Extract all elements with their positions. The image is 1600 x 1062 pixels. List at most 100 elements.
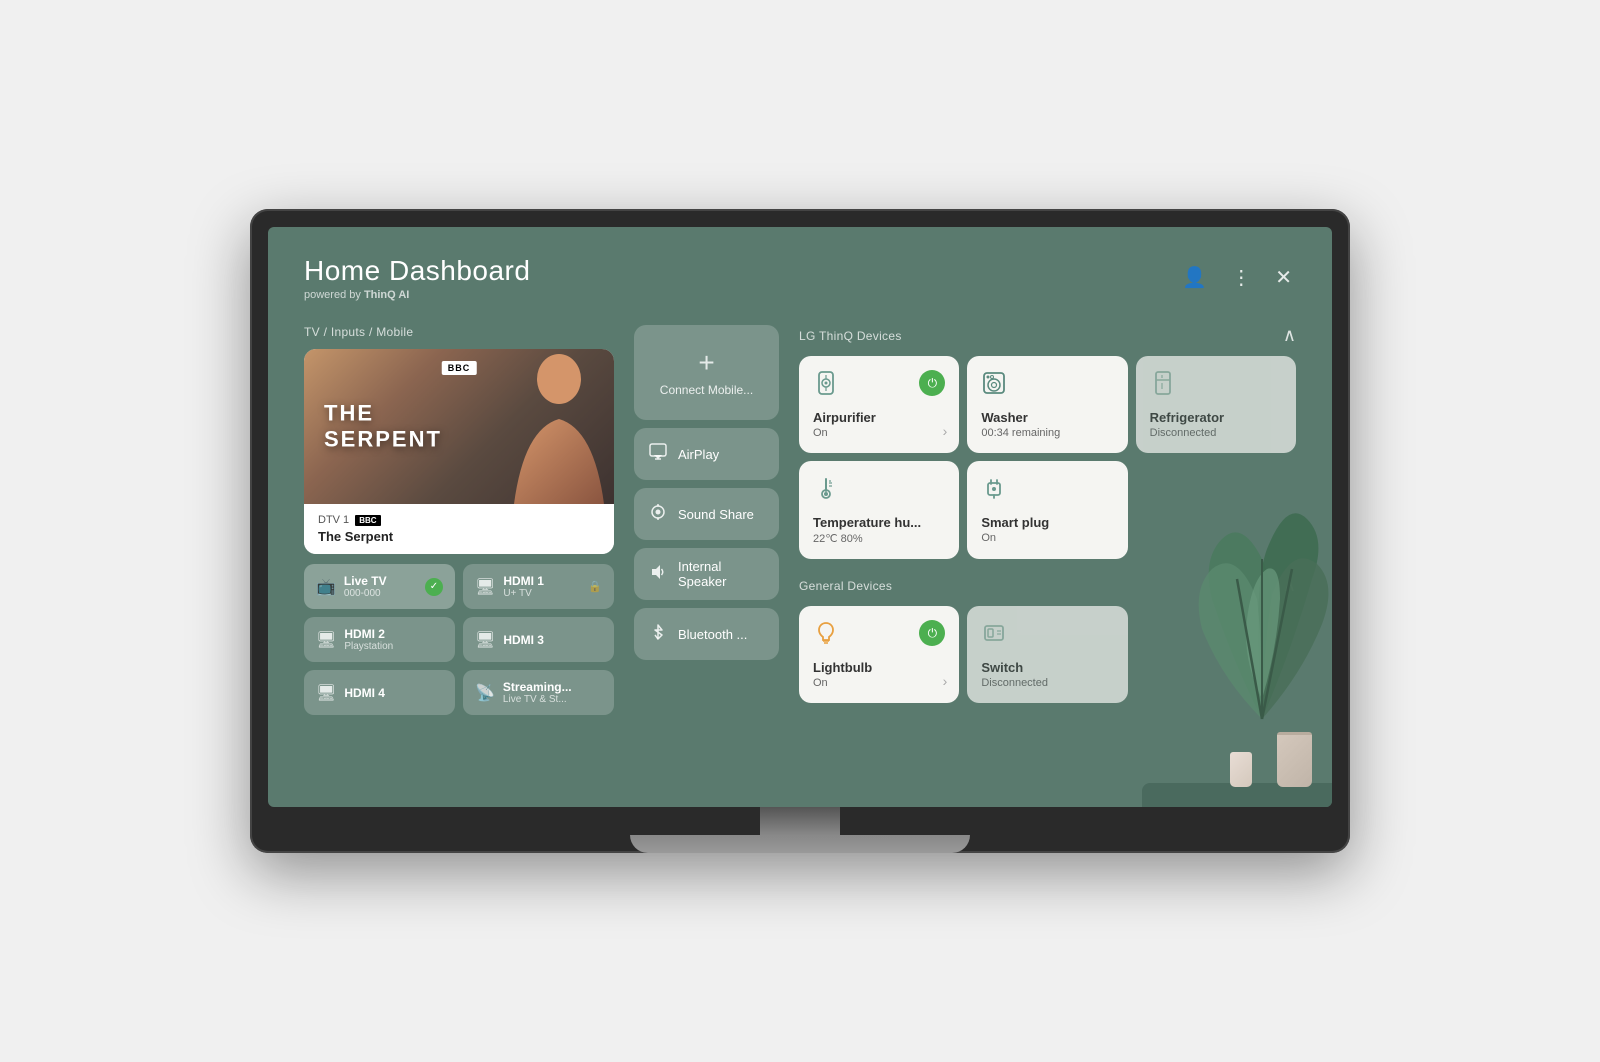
tv-preview-card[interactable]: BBC [304, 349, 614, 554]
temperature-card-header [813, 475, 945, 507]
sound-share-button[interactable]: Sound Share [634, 488, 779, 540]
switch-card-header [981, 620, 1113, 652]
bluetooth-button[interactable]: Bluetooth ... [634, 608, 779, 660]
airpurifier-status: On [813, 427, 945, 439]
smart-plug-status: On [981, 532, 1113, 544]
smart-plug-card-header [981, 475, 1113, 507]
sound-share-label: Sound Share [678, 507, 754, 522]
hdmi4-icon: 🖥 [316, 683, 336, 703]
lightbulb-power-button[interactable]: ⏻ [919, 620, 945, 646]
thinq-section-header: LG ThinQ Devices ∧ [799, 325, 1296, 346]
device-card-lightbulb[interactable]: ⏻ Lightbulb On › [799, 606, 959, 703]
tv-stand-neck [760, 807, 840, 835]
general-collapse-button[interactable]: ∧ [1283, 575, 1296, 596]
washer-icon [981, 370, 1007, 402]
bbc-small-badge: BBC [355, 515, 380, 526]
input-card-hdmi4[interactable]: 🖥 HDMI 4 [304, 670, 455, 715]
lightbulb-card-header: ⏻ [813, 620, 945, 652]
switch-svg [981, 620, 1007, 646]
airpurifier-name: Airpurifier [813, 410, 945, 425]
close-button[interactable]: ✕ [1271, 261, 1296, 294]
show-title-line2: SERPENT [324, 427, 442, 453]
lightbulb-svg [813, 620, 839, 646]
refrigerator-card-header [1150, 370, 1282, 402]
hdmi2-sub: Playstation [344, 641, 393, 652]
airpurifier-icon [813, 370, 839, 402]
device-card-washer[interactable]: Washer 00:34 remaining [967, 356, 1127, 453]
device-card-temperature[interactable]: Temperature hu... 22℃ 80% [799, 461, 959, 559]
airplay-icon [648, 442, 668, 467]
general-devices-grid: ⏻ Lightbulb On › [799, 606, 1296, 703]
airplay-svg-icon [648, 442, 668, 462]
tv-stand-base [630, 835, 970, 853]
lightbulb-status: On [813, 677, 945, 689]
thinq-section-label: LG ThinQ Devices [799, 329, 902, 343]
hdmi2-icon: 🖥 [316, 630, 336, 650]
device-card-smart-plug[interactable]: Smart plug On [967, 461, 1127, 559]
device-card-switch[interactable]: Switch Disconnected [967, 606, 1127, 703]
main-content: TV / Inputs / Mobile BBC [304, 325, 1296, 719]
temperature-name: Temperature hu... [813, 515, 945, 530]
streaming-icon: 📡 [475, 683, 495, 703]
tv-preview-image: BBC [304, 349, 614, 504]
input-card-streaming[interactable]: 📡 Streaming... Live TV & St... [463, 670, 614, 715]
hdmi3-icon: 🖥 [475, 630, 495, 650]
powered-by-text: powered by [304, 289, 361, 301]
lightbulb-icon [813, 620, 839, 652]
header-actions: 👤 ⋮ ✕ [1178, 261, 1296, 294]
active-check: ✓ [425, 578, 443, 596]
refrigerator-name: Refrigerator [1150, 410, 1282, 425]
bbc-badge: BBC [442, 361, 477, 375]
show-title-line1: THE [324, 400, 442, 426]
connect-label: Connect Mobile... [660, 383, 753, 397]
temperature-svg [813, 475, 839, 501]
middle-panel: + Connect Mobile... [634, 325, 779, 719]
lightbulb-name: Lightbulb [813, 660, 945, 675]
profile-button[interactable]: 👤 [1178, 261, 1211, 294]
device-card-airpurifier[interactable]: ⏻ Airpurifier On › [799, 356, 959, 453]
hdmi1-lock-icon: 🔒 [588, 580, 602, 593]
device-card-refrigerator[interactable]: Refrigerator Disconnected [1136, 356, 1296, 453]
smart-plug-svg [981, 475, 1007, 501]
input-card-hdmi1[interactable]: 🖥 HDMI 1 U+ TV 🔒 [463, 564, 614, 609]
thinq-devices-grid: ⏻ Airpurifier On › [799, 356, 1296, 559]
input-card-hdmi3[interactable]: 🖥 HDMI 3 [463, 617, 614, 662]
bluetooth-label: Bluetooth ... [678, 627, 747, 642]
internal-speaker-button[interactable]: Internal Speaker [634, 548, 779, 600]
airplay-label: AirPlay [678, 447, 719, 462]
tv-inputs-label: TV / Inputs / Mobile [304, 325, 614, 339]
switch-name: Switch [981, 660, 1113, 675]
lightbulb-arrow-icon: › [943, 673, 948, 689]
general-section-label: General Devices [799, 579, 892, 593]
temperature-icon [813, 475, 839, 507]
smart-plug-icon [981, 475, 1007, 507]
switch-status: Disconnected [981, 677, 1113, 689]
channel-text: DTV 1 [318, 514, 349, 526]
live-tv-icon: 📺 [316, 577, 336, 597]
refrigerator-icon [1150, 370, 1176, 402]
small-vase [1230, 752, 1252, 787]
airplay-button[interactable]: AirPlay [634, 428, 779, 480]
left-panel: TV / Inputs / Mobile BBC [304, 325, 614, 719]
connect-mobile-card[interactable]: + Connect Mobile... [634, 325, 779, 420]
washer-svg [981, 370, 1007, 396]
input-grid: 📺 Live TV 000-000 ✓ 🖥 [304, 564, 614, 715]
input-card-live-tv[interactable]: 📺 Live TV 000-000 ✓ [304, 564, 455, 609]
general-section-header: General Devices ∧ [799, 575, 1296, 596]
thinq-collapse-button[interactable]: ∧ [1283, 325, 1296, 346]
input-info-hdmi3: HDMI 3 [503, 633, 544, 647]
bluetooth-icon [648, 622, 668, 647]
live-tv-name: Live TV [344, 574, 387, 588]
hdmi1-name: HDMI 1 [503, 574, 544, 588]
tv-screen: Home Dashboard powered by ThinQ AI 👤 ⋮ ✕ [268, 227, 1332, 807]
menu-button[interactable]: ⋮ [1227, 261, 1255, 294]
input-card-hdmi2[interactable]: 🖥 HDMI 2 Playstation [304, 617, 455, 662]
tv-stand [268, 807, 1332, 853]
sound-share-svg-icon [648, 502, 668, 522]
bluetooth-svg-icon [648, 622, 668, 642]
dashboard: Home Dashboard powered by ThinQ AI 👤 ⋮ ✕ [268, 227, 1332, 747]
header: Home Dashboard powered by ThinQ AI 👤 ⋮ ✕ [304, 255, 1296, 301]
live-tv-sub: 000-000 [344, 588, 387, 599]
airpurifier-power-button[interactable]: ⏻ [919, 370, 945, 396]
refrigerator-status: Disconnected [1150, 427, 1282, 439]
